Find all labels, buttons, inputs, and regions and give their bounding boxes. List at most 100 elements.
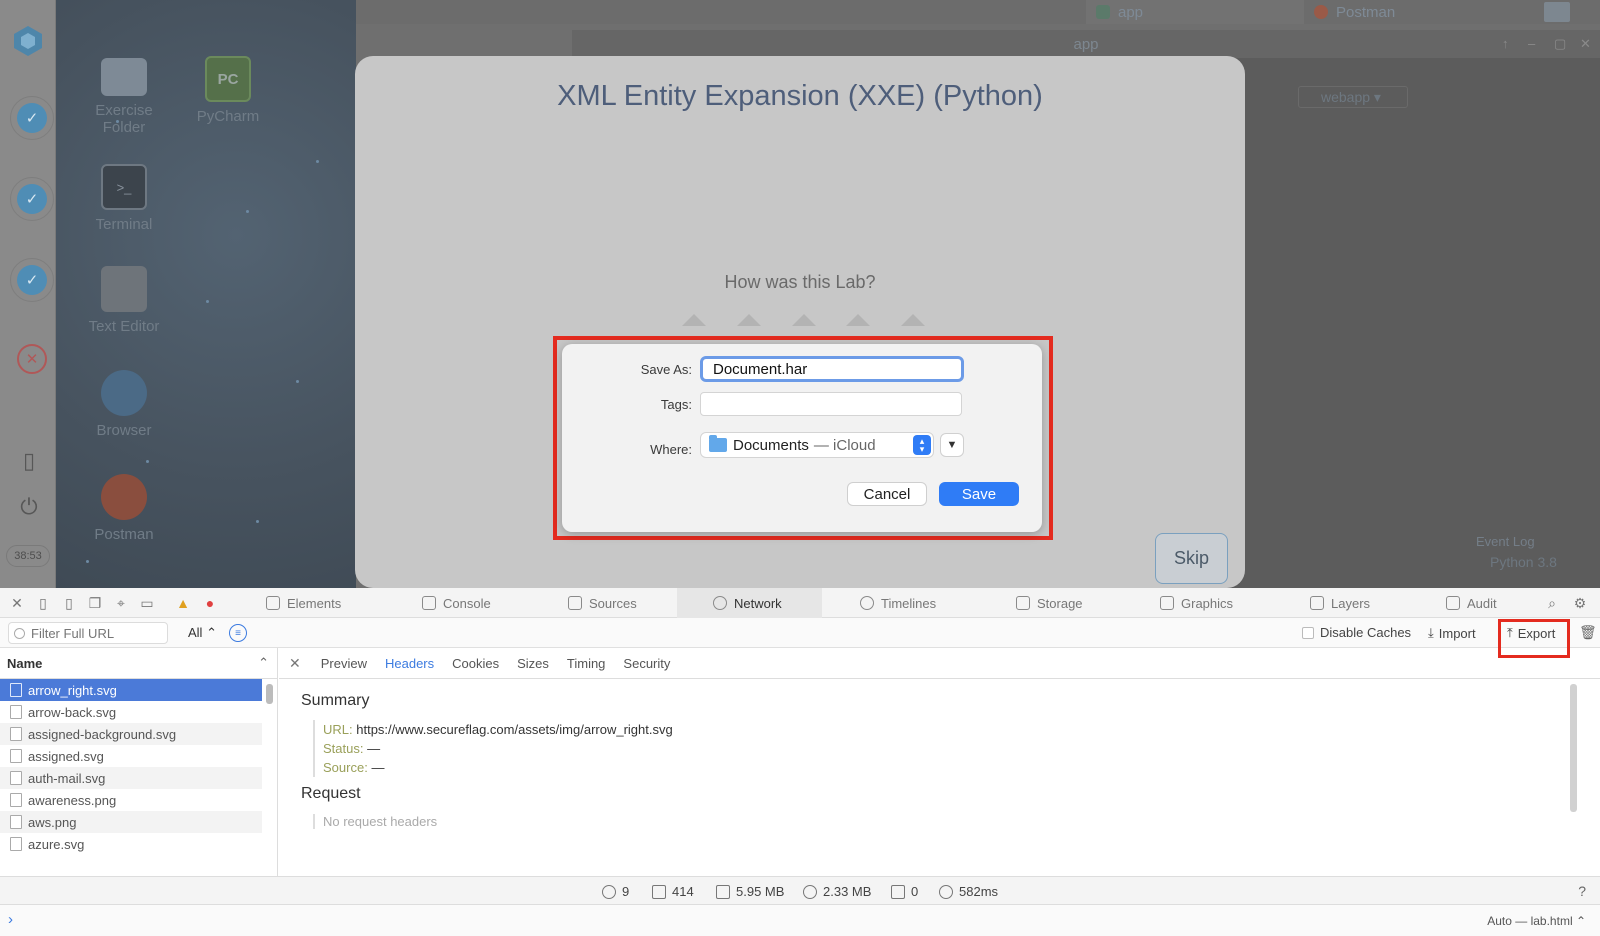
error-icon[interactable]: ● xyxy=(201,595,219,611)
list-item[interactable]: arrow-back.svg xyxy=(0,701,262,723)
list-item[interactable]: awareness.png xyxy=(0,789,262,811)
pycharm-icon: PC xyxy=(205,56,251,102)
tab-network[interactable]: Network xyxy=(677,588,822,618)
summary-status: Status: — xyxy=(313,739,380,758)
ide-maximize-icon[interactable]: ▢ xyxy=(1554,36,1566,52)
file-icon xyxy=(10,815,22,829)
run-config-select[interactable]: webapp ▾ xyxy=(1298,86,1408,108)
lab-rating-question: How was this Lab? xyxy=(724,272,876,292)
ide-event-log[interactable]: Event Log xyxy=(1476,534,1535,549)
inspect-icon[interactable]: ⌖ xyxy=(112,595,130,612)
list-header[interactable]: Name ⌃ xyxy=(0,648,277,679)
quick-console[interactable]: › Auto — lab.html ⌃ xyxy=(0,905,1600,936)
tab-audit[interactable]: Audit xyxy=(1446,588,1536,618)
folder-icon xyxy=(101,58,147,96)
cancel-button[interactable]: Cancel xyxy=(847,482,927,506)
screen-icon[interactable] xyxy=(1544,2,1570,22)
text-editor-icon xyxy=(101,266,147,312)
resource-type-value: All xyxy=(188,625,203,640)
import-button[interactable]: ⤓ Import xyxy=(1428,625,1476,641)
stat-domains: 9 xyxy=(602,884,629,899)
disable-caches-toggle[interactable]: Disable Caches xyxy=(1302,625,1411,640)
desktop-icon-terminal[interactable]: >_ Terminal xyxy=(74,164,174,233)
dock-right-icon[interactable]: ▯ xyxy=(60,595,78,612)
help-icon[interactable]: ? xyxy=(1578,883,1586,899)
sources-icon xyxy=(568,596,582,610)
tab-graphics[interactable]: Graphics xyxy=(1160,588,1280,618)
tab-storage[interactable]: Storage xyxy=(1016,588,1136,618)
tab-preview[interactable]: Preview xyxy=(321,656,367,671)
taskbar-tab-postman[interactable]: Postman xyxy=(1304,0,1524,24)
tab-cookies[interactable]: Cookies xyxy=(452,656,499,671)
app-area: app Postman ✓ ✓ ✓ ✕ ▯ ⏻ 38:53 Exercise F… xyxy=(0,0,1600,588)
close-icon[interactable]: ✕ xyxy=(8,595,26,612)
warning-icon[interactable]: ▲ xyxy=(174,595,192,611)
tab-sources[interactable]: Sources xyxy=(568,588,668,618)
where-label: Where: xyxy=(650,442,692,457)
disable-caches-checkbox[interactable] xyxy=(1302,626,1314,639)
tab-headers[interactable]: Headers xyxy=(385,656,434,671)
rating-star-icon[interactable] xyxy=(846,314,870,326)
filter-options-icon[interactable]: ≡ xyxy=(229,624,247,642)
step-failed-icon[interactable]: ✕ xyxy=(17,344,47,374)
where-select[interactable]: Documents — iCloud ▴ ▾ xyxy=(700,432,934,458)
step-complete-icon[interactable]: ✓ xyxy=(17,265,47,295)
tab-timelines[interactable]: Timelines xyxy=(860,588,990,618)
rating-star-icon[interactable] xyxy=(737,314,761,326)
list-item[interactable]: arrow_right.svg xyxy=(0,679,262,701)
step-complete-icon[interactable]: ✓ xyxy=(17,184,47,214)
ide-close-icon[interactable]: ✕ xyxy=(1580,36,1591,52)
ide-minimize-icon[interactable]: – xyxy=(1528,36,1535,51)
clear-network-icon[interactable]: 🗑 xyxy=(1579,624,1597,641)
save-as-label: Save As: xyxy=(640,362,692,377)
taskbar-tab-app[interactable]: app xyxy=(1086,0,1304,24)
dock-left-icon[interactable]: ▯ xyxy=(34,595,52,612)
list-item[interactable]: aws.png xyxy=(0,811,262,833)
elements-icon xyxy=(266,596,280,610)
tab-sizes[interactable]: Sizes xyxy=(517,656,549,671)
resource-type-select[interactable]: All ⌃ xyxy=(188,625,217,641)
gear-icon[interactable]: ⚙ xyxy=(1571,595,1589,612)
clipboard-icon[interactable]: ▯ xyxy=(16,448,42,474)
skip-button[interactable]: Skip xyxy=(1155,533,1228,584)
tab-elements[interactable]: Elements xyxy=(266,588,406,618)
list-item-label: aws.png xyxy=(28,814,77,830)
file-icon xyxy=(10,705,22,719)
list-item[interactable]: assigned.svg xyxy=(0,745,262,767)
list-item[interactable]: auth-mail.svg xyxy=(0,767,262,789)
ide-up-icon[interactable]: ↑ xyxy=(1502,36,1509,51)
tags-input[interactable] xyxy=(700,392,962,416)
summary-url: URL: https://www.secureflag.com/assets/i… xyxy=(313,720,673,739)
rating-star-icon[interactable] xyxy=(792,314,816,326)
desktop-icon-postman[interactable]: Postman xyxy=(74,474,174,543)
lab-title: XML Entity Expansion (XXE) (Python) xyxy=(557,80,1043,112)
rating-star-icon[interactable] xyxy=(682,314,706,326)
ide-python-version[interactable]: Python 3.8 xyxy=(1490,554,1557,570)
search-icon[interactable]: ⌕ xyxy=(1543,595,1561,612)
desktop-icon-browser[interactable]: Browser xyxy=(74,370,174,439)
desktop-icon-pycharm[interactable]: PC PyCharm xyxy=(178,56,278,125)
tab-timing[interactable]: Timing xyxy=(567,656,606,671)
rating-star-icon[interactable] xyxy=(901,314,925,326)
desktop-icon-exercise-folder[interactable]: Exercise Folder xyxy=(74,58,174,136)
tab-layers[interactable]: Layers xyxy=(1310,588,1410,618)
tab-label: Elements xyxy=(287,595,342,611)
tab-console[interactable]: Console xyxy=(422,588,552,618)
save-button[interactable]: Save xyxy=(939,482,1019,506)
desktop-icon-text-editor[interactable]: Text Editor xyxy=(74,266,174,335)
filter-url-input[interactable] xyxy=(8,622,168,644)
close-detail-icon[interactable]: ✕ xyxy=(289,655,301,672)
execution-context-select[interactable]: Auto — lab.html ⌃ xyxy=(1487,914,1586,928)
device-icon[interactable]: ▭ xyxy=(138,595,156,612)
updown-stepper-icon: ▴ ▾ xyxy=(913,435,931,455)
list-item[interactable]: assigned-background.svg xyxy=(0,723,262,745)
list-scrollbar[interactable] xyxy=(266,684,273,704)
power-icon[interactable]: ⏻ xyxy=(16,494,42,520)
list-item[interactable]: azure.svg xyxy=(0,833,262,855)
expand-dialog-button[interactable]: ▼ xyxy=(940,433,964,457)
detail-scrollbar[interactable] xyxy=(1570,684,1577,812)
save-as-input[interactable] xyxy=(700,356,964,382)
tab-security[interactable]: Security xyxy=(623,656,670,671)
undock-icon[interactable]: ❐ xyxy=(86,595,104,612)
step-complete-icon[interactable]: ✓ xyxy=(17,103,47,133)
